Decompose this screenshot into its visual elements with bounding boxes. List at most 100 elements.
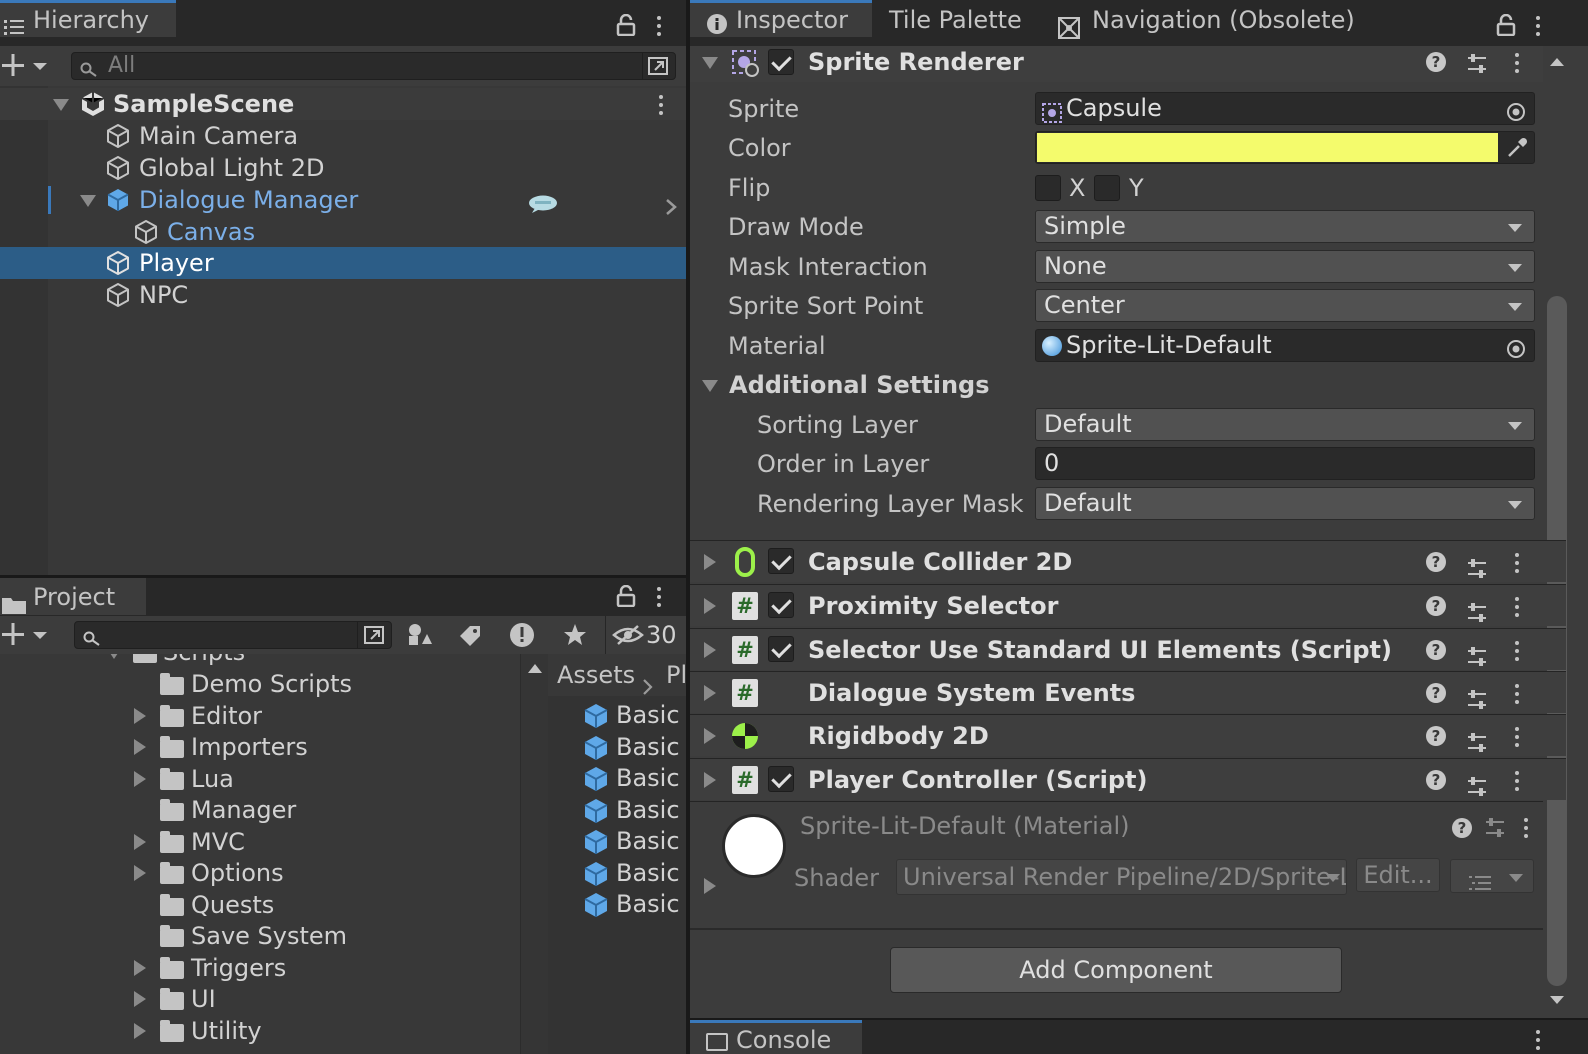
kebab-menu-icon[interactable] xyxy=(657,587,661,607)
presets-sliders-icon[interactable] xyxy=(1466,769,1488,796)
expand-arrow-icon[interactable] xyxy=(80,195,96,207)
tab-inspector[interactable]: Inspector xyxy=(690,0,872,37)
hierarchy-item-dialogue-manager[interactable]: Dialogue Manager xyxy=(0,184,686,216)
collapse-arrow-icon[interactable] xyxy=(134,991,146,1007)
filter-by-label-icon[interactable] xyxy=(456,622,486,648)
component-capsule-collider-2d[interactable]: Capsule Collider 2D ? xyxy=(690,540,1566,582)
shader-options-dropdown[interactable] xyxy=(1450,859,1534,893)
component-menu-icon[interactable] xyxy=(1515,641,1519,661)
help-icon[interactable]: ? xyxy=(1426,52,1446,72)
presets-sliders-icon[interactable] xyxy=(1466,725,1488,752)
scroll-up-arrow-icon[interactable] xyxy=(1550,58,1564,66)
object-picker-icon[interactable] xyxy=(1506,99,1526,121)
component-menu-icon[interactable] xyxy=(1515,771,1519,791)
draw-mode-dropdown[interactable]: Simple xyxy=(1035,210,1535,243)
sprite-object-field[interactable]: Capsule xyxy=(1035,92,1535,125)
hidden-packages-toggle[interactable]: 30 xyxy=(605,616,686,654)
object-picker-icon[interactable] xyxy=(1506,336,1526,358)
tab-hierarchy[interactable]: Hierarchy xyxy=(0,0,176,37)
lock-icon[interactable] xyxy=(1496,13,1516,37)
folder-row-scripts[interactable]: Scripts xyxy=(0,654,548,668)
warnings-icon[interactable] xyxy=(507,621,537,649)
tab-console[interactable]: Console xyxy=(690,1020,862,1054)
folder-row[interactable]: Manager xyxy=(0,794,548,826)
project-search-input[interactable] xyxy=(74,621,392,649)
collapse-arrow-icon[interactable] xyxy=(134,771,146,787)
flip-y-checkbox[interactable] xyxy=(1094,175,1120,201)
eyedropper-icon[interactable] xyxy=(1506,137,1528,159)
collapse-arrow-icon[interactable] xyxy=(134,865,146,881)
tab-tile-palette[interactable]: Tile Palette xyxy=(876,0,1036,37)
breadcrumb-assets[interactable]: Assets xyxy=(557,654,635,696)
asset-item[interactable]: Basic xyxy=(548,699,686,731)
folder-row[interactable]: Demo Scripts xyxy=(0,668,548,700)
expand-arrow-icon[interactable] xyxy=(106,654,122,659)
collapse-arrow-icon[interactable] xyxy=(134,708,146,724)
inspector-scrollbar[interactable] xyxy=(1543,46,1588,1018)
asset-item[interactable]: Basic xyxy=(548,825,686,857)
kebab-menu-icon[interactable] xyxy=(657,16,661,36)
asset-item[interactable]: Basic xyxy=(548,888,686,920)
shader-dropdown[interactable]: Universal Render Pipeline/2D/Sprite-L xyxy=(896,859,1347,895)
folder-row[interactable]: Utility xyxy=(0,1015,548,1047)
folder-row[interactable]: UI xyxy=(0,983,548,1015)
component-enabled-checkbox[interactable] xyxy=(768,592,794,618)
create-plus-button[interactable] xyxy=(2,52,50,80)
help-icon[interactable]: ? xyxy=(1452,818,1472,838)
presets-sliders-icon[interactable] xyxy=(1466,551,1488,578)
help-icon[interactable]: ? xyxy=(1426,683,1446,703)
component-proximity-selector[interactable]: # Proximity Selector ? xyxy=(690,584,1566,626)
component-enabled-checkbox[interactable] xyxy=(768,636,794,662)
collapse-arrow-icon[interactable] xyxy=(134,960,146,976)
hierarchy-search-input[interactable]: All xyxy=(71,52,676,80)
hierarchy-item-global-light[interactable]: Global Light 2D xyxy=(0,152,686,184)
component-rigidbody-2d[interactable]: Rigidbody 2D ? xyxy=(690,714,1566,756)
filter-by-type-icon[interactable] xyxy=(405,622,435,648)
help-icon[interactable]: ? xyxy=(1426,596,1446,616)
order-in-layer-input[interactable]: 0 xyxy=(1035,447,1535,480)
lock-icon[interactable] xyxy=(616,584,636,608)
hierarchy-item-npc[interactable]: NPC xyxy=(0,279,686,311)
component-dialogue-system-events[interactable]: # Dialogue System Events ? xyxy=(690,671,1566,713)
collapse-arrow-icon[interactable] xyxy=(704,554,716,570)
presets-sliders-icon[interactable] xyxy=(1466,51,1488,73)
mask-interaction-dropdown[interactable]: None xyxy=(1035,250,1535,283)
expand-arrow-icon[interactable] xyxy=(702,380,718,392)
collapse-arrow-icon[interactable] xyxy=(134,834,146,850)
create-plus-button[interactable] xyxy=(2,621,50,649)
folder-row[interactable]: Lua xyxy=(0,763,548,795)
collapse-arrow-icon[interactable] xyxy=(704,642,716,658)
folder-row[interactable]: Importers xyxy=(0,731,548,763)
scene-view-toggle-icon[interactable] xyxy=(357,621,391,649)
presets-sliders-icon[interactable] xyxy=(1466,595,1488,622)
presets-sliders-icon[interactable] xyxy=(1466,682,1488,709)
folder-row[interactable]: Quests xyxy=(0,889,548,921)
asset-item[interactable]: Basic xyxy=(548,731,686,763)
additional-settings-foldout[interactable]: Additional Settings xyxy=(690,369,1090,403)
favorites-star-icon[interactable] xyxy=(560,621,590,649)
color-swatch[interactable] xyxy=(1037,133,1498,162)
breadcrumb-folder[interactable]: Pl xyxy=(666,654,686,696)
component-menu-icon[interactable] xyxy=(1515,553,1519,573)
material-object-field[interactable]: Sprite-Lit-Default xyxy=(1035,329,1535,362)
help-icon[interactable]: ? xyxy=(1426,726,1446,746)
sprite-sort-point-dropdown[interactable]: Center xyxy=(1035,289,1535,322)
collapse-arrow-icon[interactable] xyxy=(704,728,716,744)
expand-arrow-icon[interactable] xyxy=(702,57,718,69)
kebab-menu-icon[interactable] xyxy=(1536,1030,1540,1050)
help-icon[interactable]: ? xyxy=(1426,640,1446,660)
lock-icon[interactable] xyxy=(616,13,636,37)
scene-view-toggle-icon[interactable] xyxy=(642,52,674,80)
collapse-arrow-icon[interactable] xyxy=(704,685,716,701)
tab-project[interactable]: Project xyxy=(0,578,146,615)
asset-item[interactable]: Basic xyxy=(548,857,686,889)
flip-x-checkbox[interactable] xyxy=(1035,175,1061,201)
sorting-layer-dropdown[interactable]: Default xyxy=(1035,408,1535,441)
material-menu-icon[interactable] xyxy=(1524,818,1528,838)
collapse-arrow-icon[interactable] xyxy=(134,1023,146,1039)
component-menu-icon[interactable] xyxy=(1515,53,1519,73)
hierarchy-item-canvas[interactable]: Canvas xyxy=(0,216,686,248)
chevron-right-icon[interactable] xyxy=(664,192,678,215)
collapse-arrow-icon[interactable] xyxy=(134,739,146,755)
collapse-arrow-icon[interactable] xyxy=(704,772,716,788)
